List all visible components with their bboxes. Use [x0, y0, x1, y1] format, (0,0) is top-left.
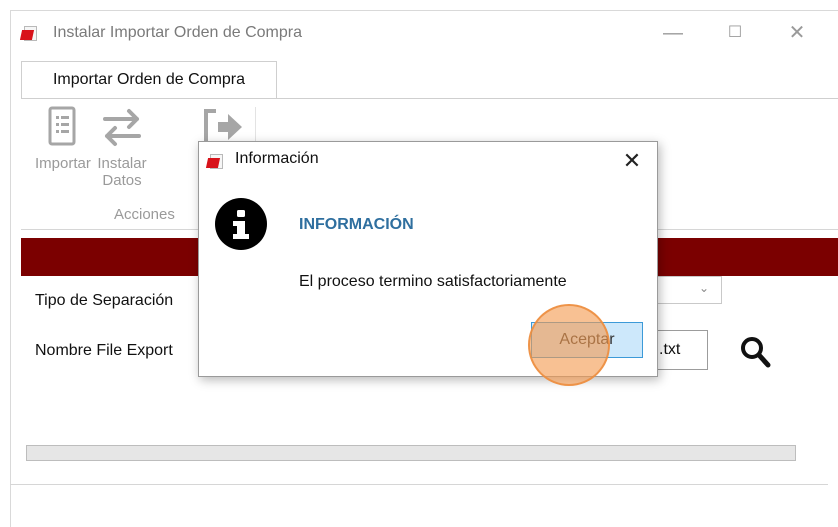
information-dialog: Información ✕ INFORMACIÓN El proceso ter… [198, 141, 658, 377]
info-icon [215, 198, 267, 250]
importar-label: Importar [35, 155, 91, 172]
dialog-message: El proceso termino satisfactoriamente [299, 273, 567, 290]
app-logo-icon [19, 25, 39, 41]
window-title: Instalar Importar Orden de Compra [53, 24, 302, 41]
close-button[interactable]: ✕ [777, 19, 817, 47]
maximize-button[interactable]: ☐ [715, 19, 755, 47]
separation-type-label: Tipo de Separación [35, 292, 174, 309]
minimize-button[interactable]: — [653, 19, 693, 47]
dialog-heading: INFORMACIÓN [299, 216, 414, 233]
dialog-app-logo-icon [205, 153, 225, 169]
export-file-value: .txt [659, 341, 681, 358]
search-button[interactable] [739, 335, 771, 369]
chevron-down-icon: ⌄ [698, 281, 709, 295]
instalar-datos-button[interactable]: Instalar Datos [91, 105, 153, 189]
dialog-close-button[interactable]: ✕ [617, 146, 647, 176]
status-separator [10, 484, 828, 485]
title-bar: Instalar Importar Orden de Compra — ☐ ✕ [11, 11, 838, 55]
export-file-label: Nombre File Export [35, 342, 173, 359]
ribbon-group-label: Acciones [114, 206, 175, 223]
magnifier-icon [741, 337, 771, 368]
instalar-datos-label: Instalar Datos [97, 155, 147, 189]
progress-bar [26, 445, 796, 461]
importar-button[interactable]: Importar [35, 105, 91, 172]
document-list-icon [48, 106, 76, 146]
swap-arrows-icon [103, 109, 141, 146]
dialog-title: Información [235, 150, 319, 167]
accept-button[interactable]: Aceptar [531, 322, 643, 358]
tab-importar-orden[interactable]: Importar Orden de Compra [21, 61, 277, 99]
